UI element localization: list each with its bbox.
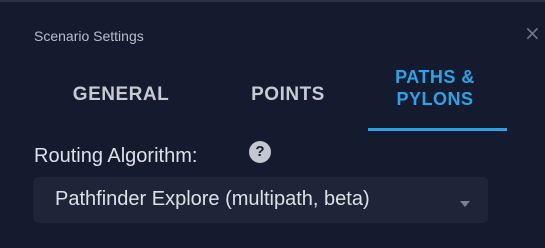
tab-general[interactable]: GENERAL	[58, 84, 184, 106]
active-tab-indicator	[368, 128, 507, 131]
close-icon[interactable]: ×	[524, 21, 541, 45]
panel-title: Scenario Settings	[34, 28, 144, 44]
help-icon[interactable]: ?	[249, 141, 271, 163]
tab-points[interactable]: POINTS	[238, 84, 338, 106]
chevron-down-icon	[460, 201, 470, 207]
routing-algorithm-label: Routing Algorithm:	[34, 145, 198, 167]
routing-algorithm-select[interactable]: Pathfinder Explore (multipath, beta)	[33, 177, 488, 223]
scenario-settings-panel: Scenario Settings × GENERAL POINTS PATHS…	[0, 0, 545, 248]
routing-algorithm-value: Pathfinder Explore (multipath, beta)	[55, 188, 370, 210]
tab-paths-pylons[interactable]: PATHS & PYLONS	[372, 66, 498, 110]
tab-paths-pylons-label: PATHS & PYLONS	[395, 67, 475, 109]
tab-bar: GENERAL POINTS PATHS & PYLONS	[0, 60, 545, 132]
